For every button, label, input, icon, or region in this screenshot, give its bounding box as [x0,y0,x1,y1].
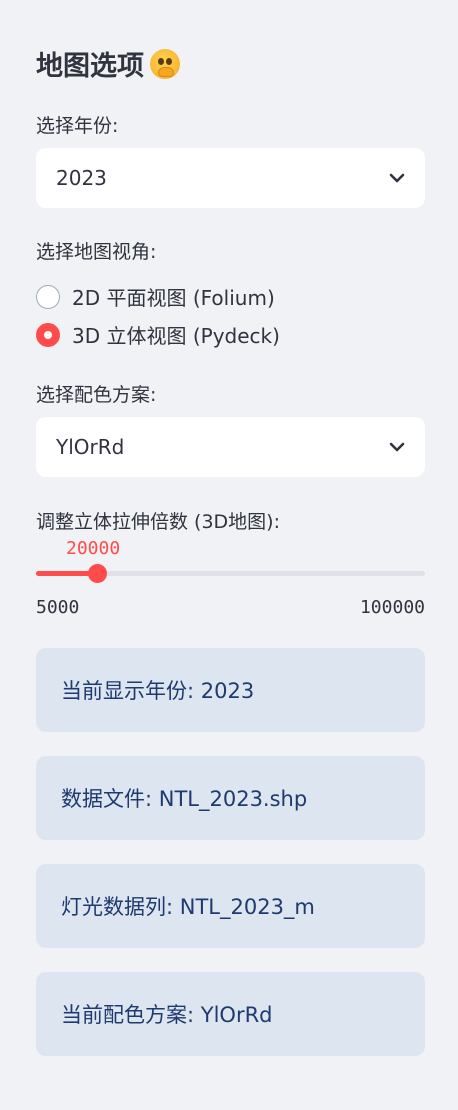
year-select[interactable]: 2023 [36,148,425,208]
radio-option-2d[interactable]: 2D 平面视图 (Folium) [36,282,275,311]
chevron-down-icon [389,170,405,186]
view-radio-label: 选择地图视角: [36,241,157,263]
year-select-label: 选择年份: [36,115,119,137]
sidebar-title-text: 地图选项 [36,51,144,82]
sidebar-title: 地图选项 [36,44,180,83]
chevron-down-icon [389,439,405,455]
slider-thumb[interactable] [88,564,108,583]
radio-option-3d-label: 3D 立体视图 (Pydeck) [72,324,280,348]
color-select-label: 选择配色方案: [36,384,157,406]
info-box-light-column: 灯光数据列: NTL_2023_m [36,864,425,948]
slider-max-label: 100000 [359,597,425,618]
face-with-hand-over-mouth-icon [150,48,180,79]
info-box-color-scheme: 当前配色方案: YlOrRd [36,972,425,1056]
color-scheme-select[interactable]: YlOrRd [36,417,425,477]
radio-button-3d[interactable] [36,322,60,347]
year-select-value: 2023 [56,166,107,190]
sidebar: 地图选项 选择年份: 2023 选择地图视角: 2D 平面视图 (Folium)… [0,0,458,1110]
radio-option-2d-label: 2D 平面视图 (Folium) [72,286,275,310]
info-box-data-file: 数据文件: NTL_2023.shp [36,756,425,840]
radio-button-2d[interactable] [36,284,60,309]
slider-track[interactable] [36,564,425,583]
info-light-column-text: 灯光数据列: NTL_2023_m [61,895,315,919]
info-data-file-text: 数据文件: NTL_2023.shp [61,787,308,811]
elevation-slider-label: 调整立体拉伸倍数 (3D地图): [36,511,280,533]
info-year-text: 当前显示年份: 2023 [61,679,255,703]
color-scheme-select-value: YlOrRd [56,435,125,459]
slider-min-label: 5000 [36,597,80,618]
slider-current-value: 20000 [66,538,121,559]
radio-option-3d[interactable]: 3D 立体视图 (Pydeck) [36,320,280,349]
info-box-year: 当前显示年份: 2023 [36,648,425,732]
info-color-scheme-text: 当前配色方案: YlOrRd [61,1003,273,1027]
